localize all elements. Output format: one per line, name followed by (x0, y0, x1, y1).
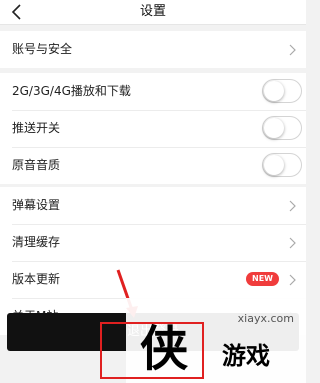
watermark-logo-text: 游戏 (222, 342, 270, 370)
original-audio-item: 原音音质 (0, 147, 306, 184)
push-switch-toggle[interactable] (262, 116, 302, 140)
account-security-item[interactable]: 账号与安全 (0, 31, 306, 68)
original-audio-toggle[interactable] (262, 153, 302, 177)
clear-cache-item[interactable]: 清理缓存 (0, 224, 306, 261)
watermark-url: xiayx.com (237, 312, 294, 325)
toggle-knob (264, 81, 284, 101)
version-update-item[interactable]: 版本更新 NEW (0, 261, 306, 298)
header-bar: 设置 (0, 0, 306, 25)
toggle-knob (264, 155, 284, 175)
mobile-data-play-toggle[interactable] (262, 79, 302, 103)
push-switch-label: 推送开关 (12, 121, 61, 135)
new-badge: NEW (246, 272, 279, 286)
push-switch-item: 推送开关 (0, 110, 306, 147)
clear-cache-label: 清理缓存 (12, 235, 61, 249)
danmaku-settings-item[interactable]: 弹幕设置 (0, 187, 306, 224)
toggle-knob (264, 118, 284, 138)
original-audio-label: 原音音质 (12, 158, 61, 172)
mobile-data-play-item: 2G/3G/4G播放和下载 (0, 73, 306, 110)
danmaku-settings-label: 弹幕设置 (12, 198, 61, 212)
mobile-data-play-label: 2G/3G/4G播放和下载 (12, 84, 131, 98)
switch-group: 2G/3G/4G播放和下载 推送开关 原音音质 (0, 73, 306, 184)
chevron-right-icon (289, 44, 296, 56)
highlight-box-annotation (100, 322, 204, 379)
version-update-label: 版本更新 (12, 272, 61, 286)
chevron-right-icon (289, 237, 296, 249)
chevron-right-icon (289, 200, 296, 212)
chevron-right-icon (289, 274, 296, 286)
account-group: 账号与安全 (0, 31, 306, 68)
account-security-label: 账号与安全 (12, 42, 73, 56)
page-title: 设置 (139, 4, 166, 19)
